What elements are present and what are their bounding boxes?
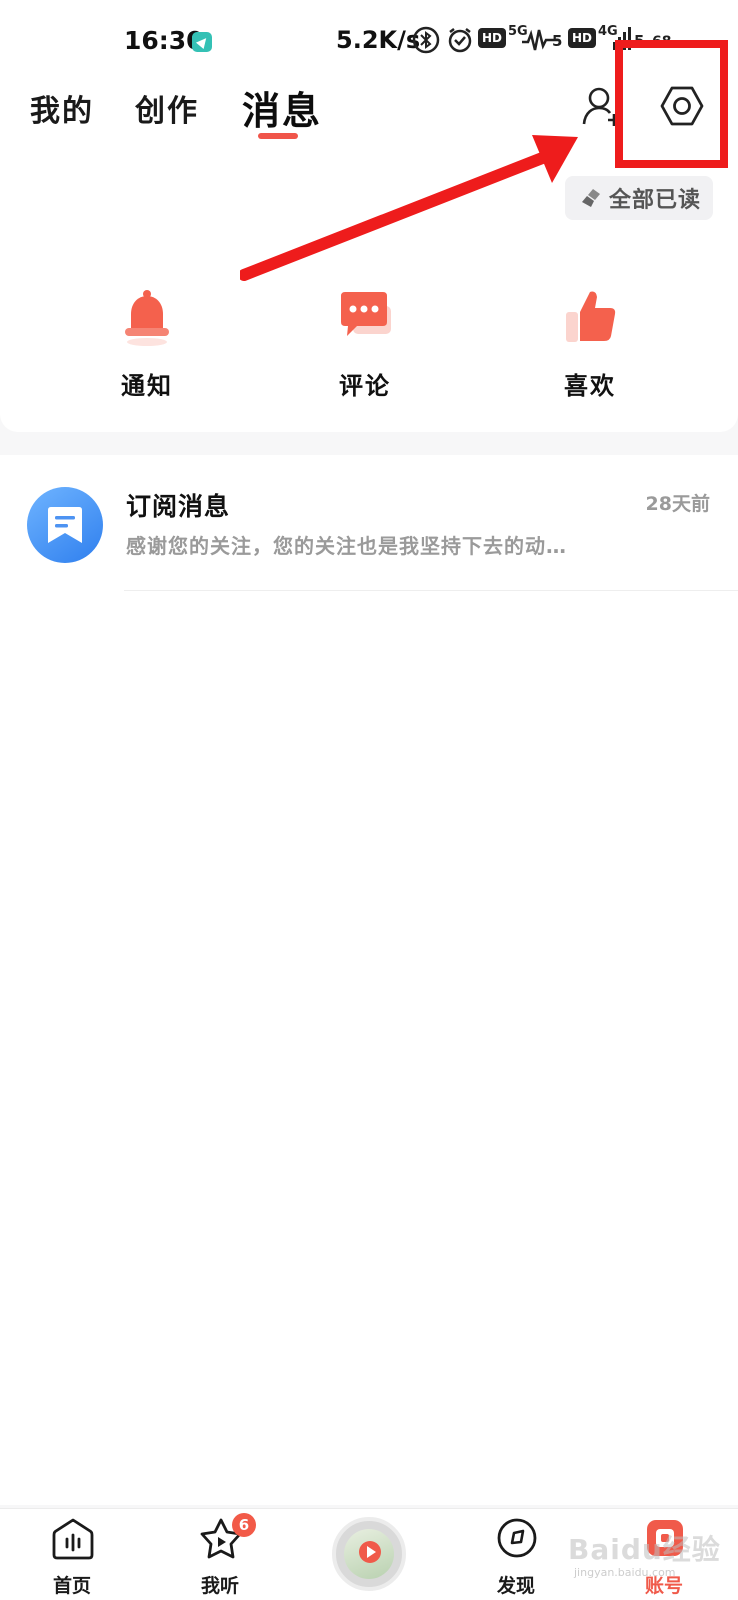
nav-item-listen[interactable]: 6 我听	[170, 1509, 270, 1600]
hd-badge: HD	[568, 28, 597, 48]
subscription-icon	[27, 487, 103, 563]
bookmark-icon	[48, 507, 82, 543]
bluetooth-icon	[412, 26, 440, 54]
shortcut-comments[interactable]: 评论	[305, 286, 425, 402]
shortcut-label: 评论	[339, 372, 391, 400]
shortcut-notifications[interactable]: 通知	[87, 286, 207, 402]
annotation-highlight-box	[615, 40, 728, 168]
message-title: 订阅消息	[126, 492, 231, 521]
nav-label: 发现	[496, 1575, 535, 1597]
shortcut-label: 喜欢	[564, 372, 616, 400]
header-card: 16:30 5.2K/s HD 5G 5 HD 4G 5 68 我的 创作 消息…	[0, 0, 738, 432]
network-speed: 5.2K/s	[336, 26, 421, 54]
message-time: 28天前	[645, 493, 710, 515]
watermark-url: jingyan.baidu.com	[574, 1566, 676, 1579]
nav-label: 我听	[200, 1575, 239, 1597]
mark-all-read-label: 全部已读	[609, 188, 702, 213]
comment-icon	[341, 292, 391, 336]
shortcut-likes[interactable]: 喜欢	[530, 286, 650, 402]
message-list: 订阅消息 28天前 感谢您的关注，您的关注也是我坚持下去的动…	[0, 455, 738, 1505]
thumbs-up-icon	[566, 291, 616, 342]
discover-icon	[497, 1518, 537, 1558]
home-icon	[52, 1518, 94, 1560]
bell-icon	[125, 290, 169, 346]
broom-icon	[582, 189, 600, 207]
nav-item-discover[interactable]: 发现	[466, 1509, 566, 1600]
nav-label: 首页	[52, 1575, 91, 1597]
alarm-icon	[448, 28, 472, 53]
now-playing-button[interactable]	[332, 1517, 406, 1591]
play-icon	[359, 1541, 381, 1563]
navigation-icon	[192, 32, 212, 52]
hd-badge: HD	[478, 28, 507, 48]
shortcut-label: 通知	[121, 372, 173, 400]
divider	[124, 590, 738, 591]
tab-mine[interactable]: 我的	[30, 86, 94, 130]
message-preview: 感谢您的关注，您的关注也是我坚持下去的动…	[126, 534, 567, 558]
notification-badge: 6	[232, 1513, 256, 1537]
list-item[interactable]: 订阅消息 28天前 感谢您的关注，您的关注也是我坚持下去的动…	[0, 455, 738, 591]
annotation-arrow	[240, 135, 578, 281]
nav-item-home[interactable]: 首页	[22, 1509, 122, 1600]
signal-strength-label: 5	[552, 32, 563, 50]
mark-all-read-button[interactable]: 全部已读	[565, 176, 713, 220]
watermark: Baidu经验	[568, 1533, 721, 1566]
tab-create[interactable]: 创作	[135, 86, 199, 130]
